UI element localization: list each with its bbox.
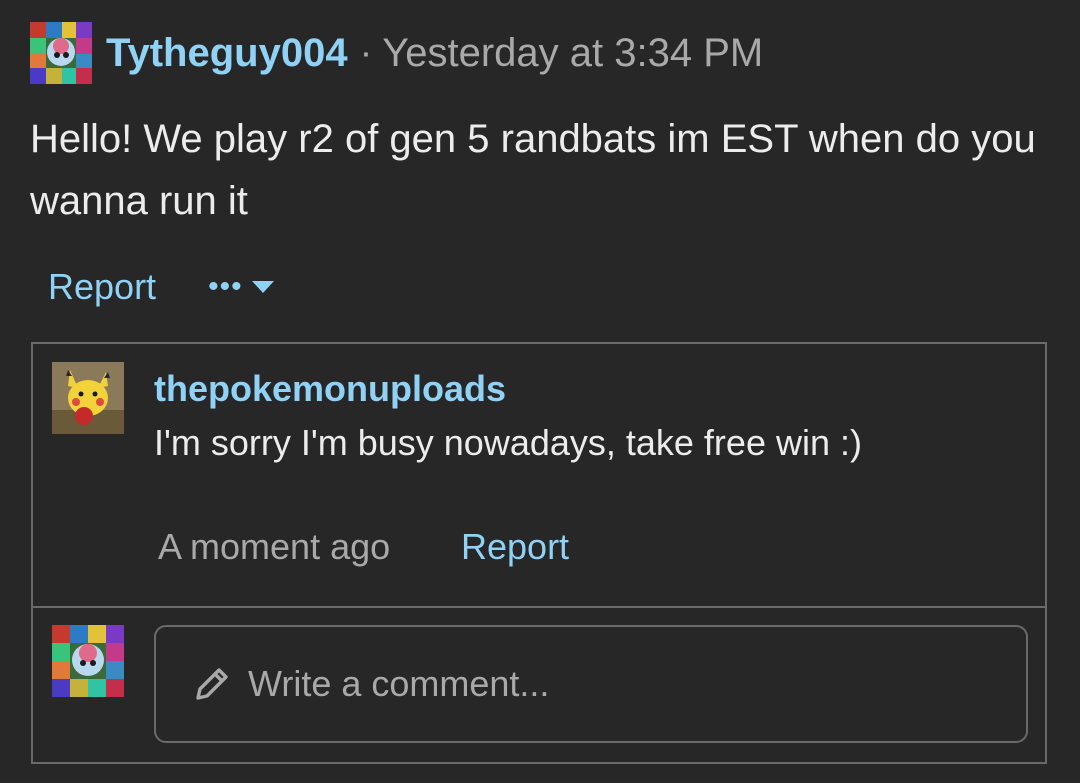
more-options-menu[interactable]: ••• <box>208 272 274 302</box>
comment-report-link[interactable]: Report <box>461 526 569 568</box>
write-comment-placeholder: Write a comment... <box>248 663 550 704</box>
comment-author-avatar[interactable] <box>52 362 124 434</box>
write-comment-input[interactable]: Write a comment... <box>154 625 1028 743</box>
caret-down-icon <box>251 281 274 293</box>
pencil-icon <box>196 668 228 700</box>
comment-timestamp[interactable]: A moment ago <box>158 526 390 568</box>
comments-section: thepokemonuploads I'm sorry I'm busy now… <box>31 342 1047 764</box>
post-author-avatar[interactable] <box>30 22 92 84</box>
post-timestamp[interactable]: Yesterday at 3:34 PM <box>382 31 763 76</box>
current-user-avatar <box>52 625 124 697</box>
post-report-link[interactable]: Report <box>48 266 156 308</box>
comment-item: thepokemonuploads I'm sorry I'm busy now… <box>33 344 1045 606</box>
post-actions: Report ••• <box>48 262 274 312</box>
comment-author-name[interactable]: thepokemonuploads <box>154 368 506 410</box>
header-separator: · <box>359 31 373 74</box>
post-header: Tytheguy004 · Yesterday at 3:34 PM <box>30 22 763 84</box>
comment-text: I'm sorry I'm busy nowadays, take free w… <box>154 422 862 463</box>
post-body: Hello! We play r2 of gen 5 randbats im E… <box>30 117 1036 223</box>
ellipsis-icon: ••• <box>208 270 243 303</box>
reply-row: Write a comment... <box>33 608 1045 764</box>
post-author-name[interactable]: Tytheguy004 <box>106 31 348 76</box>
